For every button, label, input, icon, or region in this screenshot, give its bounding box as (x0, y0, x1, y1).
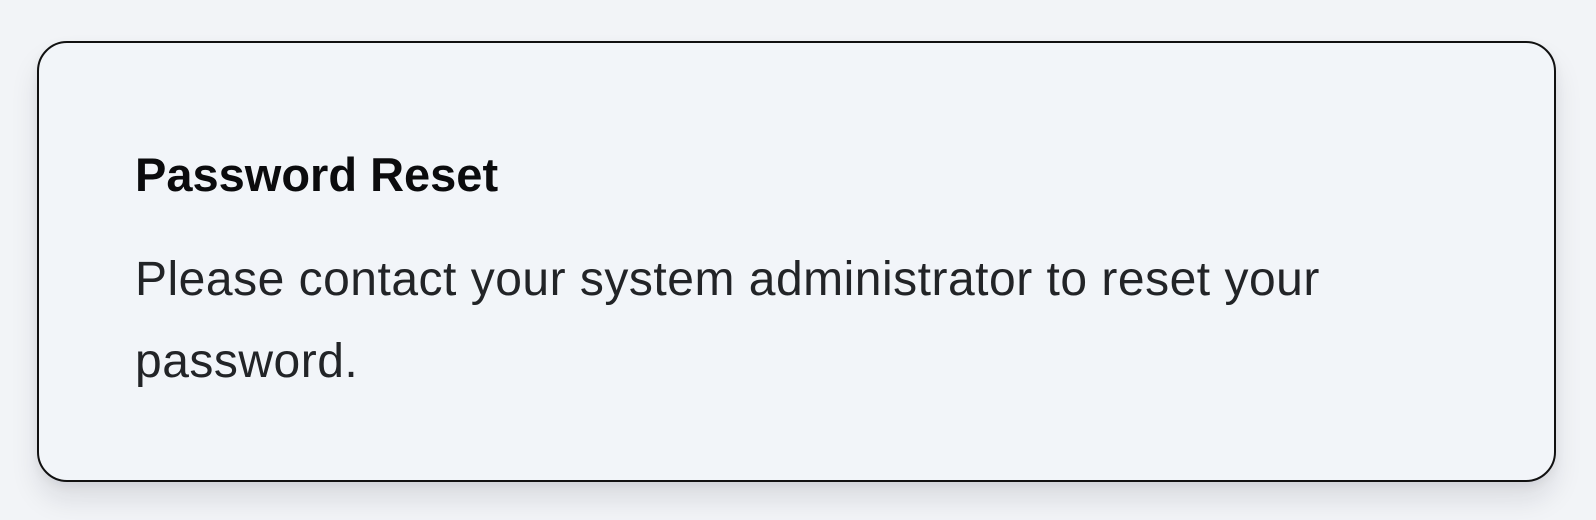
card-message: Please contact your system administrator… (135, 253, 1320, 388)
password-reset-card: Password Reset Please contact your syste… (37, 41, 1556, 482)
card-title: Password Reset (135, 148, 499, 201)
